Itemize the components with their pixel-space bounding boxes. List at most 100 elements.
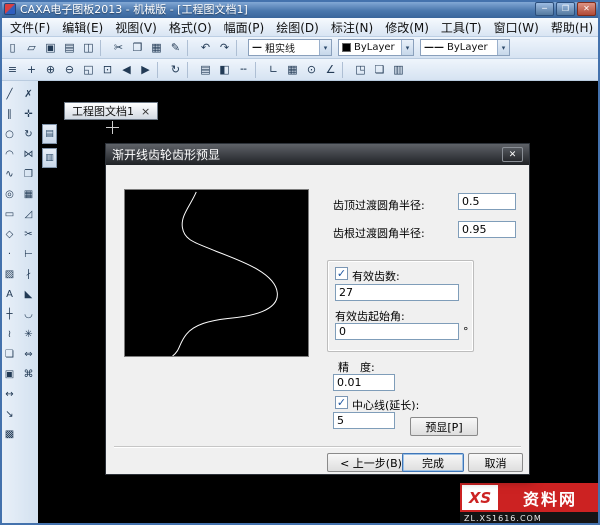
separator[interactable] xyxy=(187,39,194,56)
print-icon[interactable]: ▤ xyxy=(60,39,79,57)
separator[interactable] xyxy=(236,39,243,56)
next-view-icon[interactable]: ▶ xyxy=(136,61,155,79)
zoom-all-icon[interactable]: ⊡ xyxy=(98,61,117,79)
ortho-icon[interactable]: ∟ xyxy=(264,61,283,79)
effective-teeth-input[interactable] xyxy=(335,284,459,301)
tile-windows-icon[interactable]: ▥ xyxy=(389,61,408,79)
save-icon[interactable]: ▣ xyxy=(41,39,60,57)
raster-tool-icon[interactable]: ▩ xyxy=(1,424,18,444)
menu-item[interactable]: 帮助(H) xyxy=(545,18,599,37)
block-tool-icon[interactable]: ▣ xyxy=(1,364,18,384)
pan-icon[interactable]: + xyxy=(22,61,41,79)
properties-icon[interactable]: ≡ xyxy=(3,61,22,79)
ellipse-tool-icon[interactable]: ◎ xyxy=(1,184,18,204)
zoom-in-icon[interactable]: ⊕ xyxy=(41,61,60,79)
chevron-down-icon[interactable]: ▾ xyxy=(319,40,331,55)
extend-tool-icon[interactable]: ⊢ xyxy=(20,244,37,264)
new-window-icon[interactable]: ❏ xyxy=(370,61,389,79)
cancel-button[interactable]: 取消 xyxy=(468,453,523,472)
palette-tab-layers[interactable]: ▤ xyxy=(42,124,57,144)
close-button[interactable]: ✕ xyxy=(577,2,596,16)
scale-tool-icon[interactable]: ◿ xyxy=(20,204,37,224)
refresh-icon[interactable]: ↻ xyxy=(166,61,185,79)
zoom-window-icon[interactable]: ◱ xyxy=(79,61,98,79)
trim-tool-icon[interactable]: ✂ xyxy=(20,224,37,244)
text-tool-icon[interactable]: A xyxy=(1,284,18,304)
minimize-button[interactable]: ─ xyxy=(535,2,554,16)
centerline-tool-icon[interactable]: ┼ xyxy=(1,304,18,324)
menu-item[interactable]: 窗口(W) xyxy=(488,18,545,37)
print-preview-icon[interactable]: ◫ xyxy=(79,39,98,57)
title-bar[interactable]: CAXA电子图板2013 - 机械版 - [工程图文档1] ─ ❐ ✕ xyxy=(0,0,600,18)
paste-icon[interactable]: ▦ xyxy=(147,39,166,57)
separator[interactable] xyxy=(187,61,194,78)
format-painter-icon[interactable]: ✎ xyxy=(166,39,185,57)
menu-item[interactable]: 格式(O) xyxy=(163,18,218,37)
menu-item[interactable]: 编辑(E) xyxy=(56,18,109,37)
tip-radius-input[interactable] xyxy=(458,193,516,210)
separator[interactable] xyxy=(255,61,262,78)
point-tool-icon[interactable]: · xyxy=(1,244,18,264)
arc-tool-icon[interactable]: ◠ xyxy=(1,144,18,164)
polyline-tool-icon[interactable]: ≀ xyxy=(1,324,18,344)
zoom-out-icon[interactable]: ⊖ xyxy=(60,61,79,79)
menu-item[interactable]: 修改(M) xyxy=(379,18,435,37)
menu-item[interactable]: 工具(T) xyxy=(435,18,488,37)
linetype-icon[interactable]: ╌ xyxy=(234,61,253,79)
cut-icon[interactable]: ✂ xyxy=(109,39,128,57)
linewidth-combo[interactable]: —— ByLayer ▾ xyxy=(420,39,510,56)
fillet-tool-icon[interactable]: ◡ xyxy=(20,304,37,324)
layer-icon[interactable]: ▤ xyxy=(196,61,215,79)
chevron-down-icon[interactable]: ▾ xyxy=(401,40,413,55)
stretch-tool-icon[interactable]: ⇔ xyxy=(20,344,37,364)
chevron-down-icon[interactable]: ▾ xyxy=(497,40,509,55)
separator[interactable] xyxy=(157,61,164,78)
polar-icon[interactable]: ∠ xyxy=(321,61,340,79)
menu-item[interactable]: 绘图(D) xyxy=(270,18,325,37)
circle-tool-icon[interactable]: ○ xyxy=(1,124,18,144)
rectangle-tool-icon[interactable]: ▭ xyxy=(1,204,18,224)
menu-item[interactable]: 视图(V) xyxy=(109,18,163,37)
effective-teeth-checkbox[interactable]: ✓ xyxy=(335,267,348,280)
dimension-tool-icon[interactable]: ↔ xyxy=(1,384,18,404)
preview-button[interactable]: 预显[P] xyxy=(410,417,478,436)
leader-tool-icon[interactable]: ↘ xyxy=(1,404,18,424)
centerline-input[interactable] xyxy=(333,412,395,429)
color-combo[interactable]: ByLayer ▾ xyxy=(338,39,414,56)
match-properties-tool-icon[interactable]: ⌘ xyxy=(20,364,37,384)
redo-icon[interactable]: ↷ xyxy=(215,39,234,57)
three-view-icon[interactable]: ◳ xyxy=(351,61,370,79)
parallel-line-tool-icon[interactable]: ∥ xyxy=(1,104,18,124)
array-tool-icon[interactable]: ▦ xyxy=(20,184,37,204)
chamfer-tool-icon[interactable]: ◣ xyxy=(20,284,37,304)
linetype-combo[interactable]: — 粗实线 ▾ xyxy=(248,39,332,56)
prev-view-icon[interactable]: ◀ xyxy=(117,61,136,79)
move-tool-icon[interactable]: ✛ xyxy=(20,104,37,124)
centerline-checkbox[interactable]: ✓ xyxy=(335,396,348,409)
undo-icon[interactable]: ↶ xyxy=(196,39,215,57)
new-icon[interactable]: ▯ xyxy=(3,39,22,57)
maximize-button[interactable]: ❐ xyxy=(556,2,575,16)
dialog-title-bar[interactable]: 渐开线齿轮齿形预显 ✕ xyxy=(106,144,529,165)
rotate-tool-icon[interactable]: ↻ xyxy=(20,124,37,144)
erase-tool-icon[interactable]: ✗ xyxy=(20,84,37,104)
snap-icon[interactable]: ⊙ xyxy=(302,61,321,79)
start-angle-input[interactable] xyxy=(335,323,459,340)
precision-input[interactable] xyxy=(333,374,395,391)
menu-item[interactable]: 标注(N) xyxy=(325,18,379,37)
finish-button[interactable]: 完成 xyxy=(402,453,464,472)
contour-tool-icon[interactable]: ❏ xyxy=(1,344,18,364)
tab-close-icon[interactable]: × xyxy=(141,105,150,118)
spline-tool-icon[interactable]: ∿ xyxy=(1,164,18,184)
separator[interactable] xyxy=(100,39,107,56)
color-icon[interactable]: ◧ xyxy=(215,61,234,79)
document-tab[interactable]: 工程图文档1 × xyxy=(64,102,159,120)
break-tool-icon[interactable]: ∤ xyxy=(20,264,37,284)
mirror-tool-icon[interactable]: ⋈ xyxy=(20,144,37,164)
menu-item[interactable]: 幅面(P) xyxy=(218,18,271,37)
menu-item[interactable]: 文件(F) xyxy=(4,18,56,37)
line-tool-icon[interactable]: ╱ xyxy=(1,84,18,104)
root-radius-input[interactable] xyxy=(458,221,516,238)
palette-tab-properties[interactable]: ▥ xyxy=(42,148,57,168)
open-icon[interactable]: ▱ xyxy=(22,39,41,57)
